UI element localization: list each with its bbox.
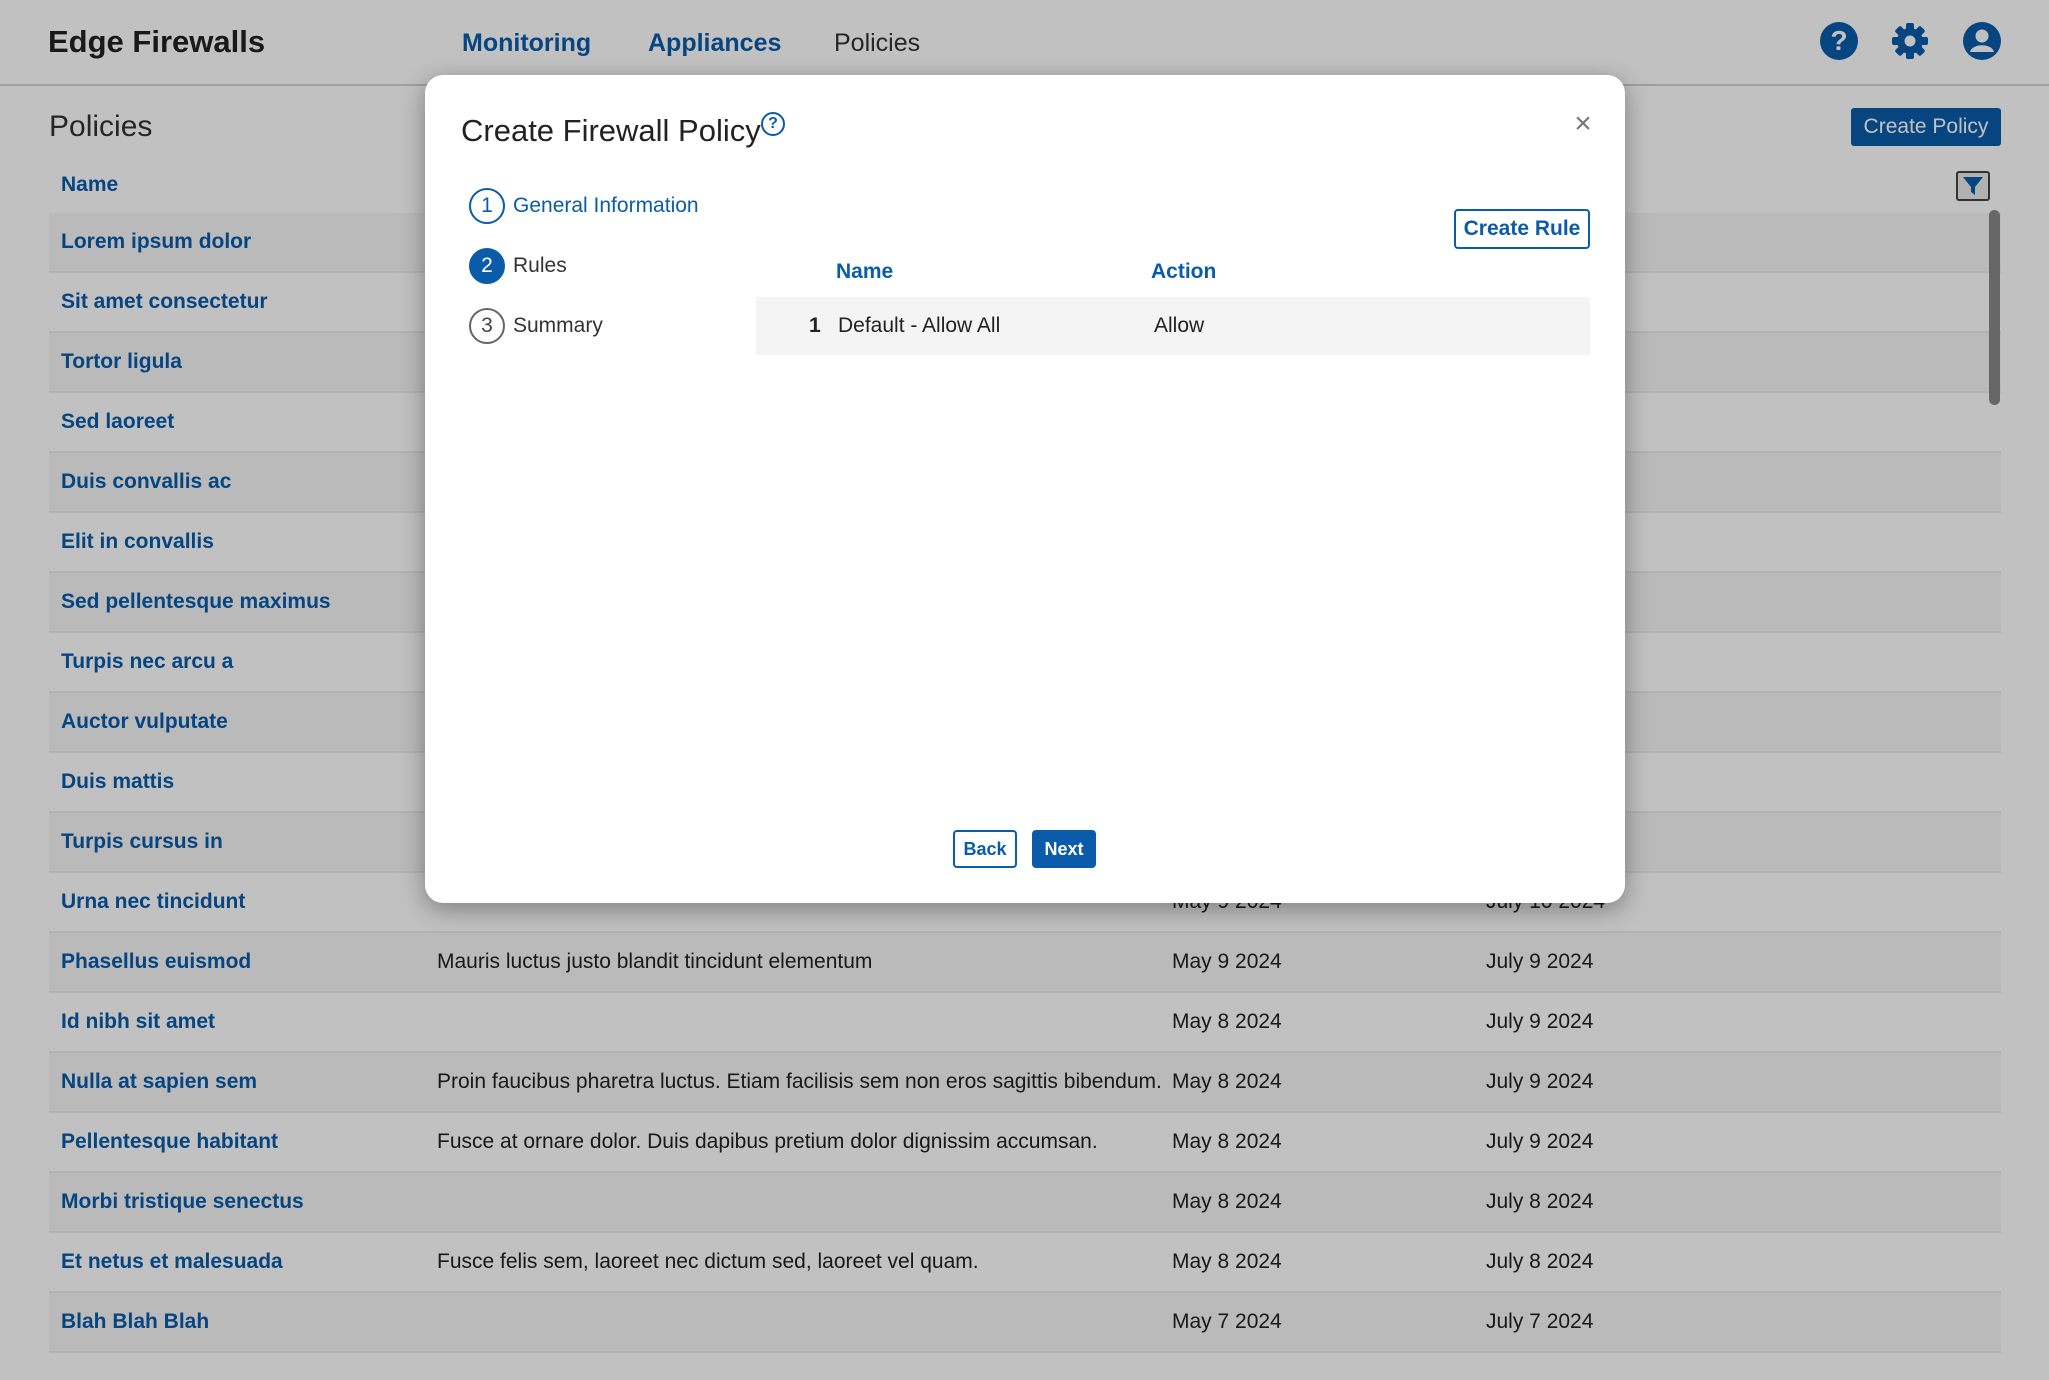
step-rules[interactable]: 2 Rules [469, 248, 567, 284]
next-button[interactable]: Next [1032, 830, 1096, 868]
create-rule-button[interactable]: Create Rule [1454, 209, 1590, 249]
step-number: 2 [469, 248, 505, 284]
question-circle-icon[interactable]: ? [761, 112, 785, 136]
create-firewall-policy-dialog: Create Firewall Policy ? × 1 General Inf… [425, 75, 1625, 903]
dialog-title: Create Firewall Policy [461, 113, 761, 148]
back-button[interactable]: Back [953, 830, 1017, 868]
step-label: Rules [513, 254, 567, 277]
rule-action: Allow [1154, 314, 1205, 337]
step-label: Summary [513, 314, 603, 337]
step-number: 3 [469, 308, 505, 344]
rule-name: Default - Allow All [838, 314, 1001, 337]
step-general-information[interactable]: 1 General Information [469, 188, 699, 224]
rule-number: 1 [809, 314, 821, 337]
step-summary[interactable]: 3 Summary [469, 308, 603, 344]
step-number: 1 [469, 188, 505, 224]
rule-row[interactable]: 1 Default - Allow All Allow [756, 297, 1590, 355]
rules-column-action[interactable]: Action [1151, 260, 1216, 284]
rules-column-name[interactable]: Name [836, 260, 893, 284]
close-icon[interactable]: × [1568, 109, 1598, 139]
step-label: General Information [513, 194, 699, 217]
